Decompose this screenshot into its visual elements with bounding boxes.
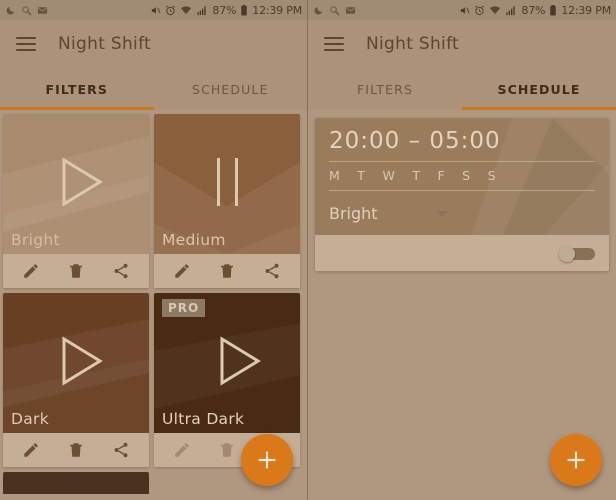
schedule-time-range[interactable]: 20:00 – 05:00	[329, 128, 595, 161]
day-thursday[interactable]: T	[412, 168, 420, 183]
status-bar-right-icons: 87% 12:39 PM	[150, 4, 302, 17]
search-icon	[21, 5, 32, 16]
filter-preview: Dark	[3, 293, 149, 433]
status-bar-left-icons	[313, 5, 356, 16]
trash-icon[interactable]	[218, 262, 236, 280]
chevron-down-icon	[435, 210, 448, 217]
status-bar: 87% 12:39 PM	[0, 0, 307, 20]
day-wednesday[interactable]: W	[382, 168, 395, 183]
alarm-icon	[474, 5, 485, 16]
battery-icon	[240, 4, 248, 16]
status-bar-right-icons: 87% 12:39 PM	[459, 4, 611, 17]
screenshot-root: 87% 12:39 PM Night Shift FILTERS SCHEDUL…	[0, 0, 616, 500]
alarm-icon	[165, 5, 176, 16]
battery-percentage: 87%	[212, 3, 237, 17]
plus-icon	[258, 451, 276, 469]
schedule-card-body: 20:00 – 05:00 M T W T F S S Bright	[315, 118, 609, 235]
trash-icon[interactable]	[67, 441, 85, 459]
share-icon[interactable]	[263, 262, 281, 280]
toggle-knob	[559, 245, 575, 262]
battery-icon	[549, 4, 557, 16]
tab-schedule[interactable]: SCHEDULE	[154, 68, 308, 110]
tab-schedule[interactable]: SCHEDULE	[462, 68, 616, 110]
mute-icon	[459, 5, 470, 16]
schedule-card[interactable]: 20:00 – 05:00 M T W T F S S Bright	[315, 118, 609, 271]
pencil-icon[interactable]	[22, 262, 40, 280]
trash-icon	[218, 441, 236, 459]
search-icon	[329, 5, 340, 16]
filter-name: Medium	[162, 231, 226, 249]
pencil-icon[interactable]	[22, 441, 40, 459]
filter-actions	[154, 254, 300, 288]
add-filter-fab[interactable]	[241, 434, 293, 486]
schedule-card-footer	[315, 235, 609, 271]
tab-filters[interactable]: FILTERS	[0, 68, 154, 110]
tab-bar-left: FILTERS SCHEDULE	[0, 68, 307, 110]
pencil-icon[interactable]	[173, 262, 191, 280]
day-sunday[interactable]: S	[488, 168, 496, 183]
filter-preview: Bright	[3, 114, 149, 254]
share-icon[interactable]	[112, 441, 130, 459]
panel-filters: 87% 12:39 PM Night Shift FILTERS SCHEDUL…	[0, 0, 308, 500]
tab-filters[interactable]: FILTERS	[308, 68, 462, 110]
hamburger-icon[interactable]	[16, 37, 36, 51]
day-tuesday[interactable]: T	[357, 168, 365, 183]
day-monday[interactable]: M	[329, 168, 340, 183]
wifi-icon	[489, 5, 501, 16]
filter-card-dark[interactable]: Dark	[3, 293, 149, 467]
divider	[329, 190, 595, 191]
schedule-filter-value: Bright	[329, 204, 378, 223]
filter-preview: PRO Ultra Dark	[154, 293, 300, 433]
share-icon[interactable]	[112, 262, 130, 280]
schedule-list: 20:00 – 05:00 M T W T F S S Bright	[308, 110, 616, 279]
trash-icon[interactable]	[67, 262, 85, 280]
hamburger-icon[interactable]	[324, 37, 344, 51]
app-bar: Night Shift	[0, 20, 307, 68]
panel-schedule: 87% 12:39 PM Night Shift FILTERS SCHEDUL…	[308, 0, 616, 500]
day-saturday[interactable]: S	[462, 168, 470, 183]
filter-preview: Medium	[154, 114, 300, 254]
filter-name: Bright	[11, 231, 60, 249]
envelope-icon	[345, 5, 356, 16]
wifi-icon	[180, 5, 192, 16]
schedule-enable-toggle[interactable]	[559, 245, 595, 262]
schedule-days[interactable]: M T W T F S S	[329, 168, 595, 190]
day-friday[interactable]: F	[437, 168, 445, 183]
status-bar-left-icons	[5, 5, 48, 16]
add-schedule-fab[interactable]	[550, 434, 602, 486]
filter-actions	[3, 433, 149, 467]
moon-icon	[313, 5, 324, 16]
signal-icon	[505, 5, 517, 16]
clock: 12:39 PM	[561, 3, 611, 17]
divider	[329, 161, 595, 162]
play-icon	[44, 150, 108, 219]
filter-actions	[3, 254, 149, 288]
filter-card-partial[interactable]	[3, 472, 149, 494]
pause-icon	[203, 154, 251, 215]
mute-icon	[150, 5, 161, 16]
envelope-icon	[37, 5, 48, 16]
filter-name: Ultra Dark	[162, 410, 245, 428]
filter-name: Dark	[11, 410, 49, 428]
page-title: Night Shift	[58, 34, 152, 54]
app-bar: Night Shift	[308, 20, 616, 68]
filter-card-bright[interactable]: Bright	[3, 114, 149, 288]
moon-icon	[5, 5, 16, 16]
play-icon	[202, 329, 266, 398]
play-icon	[44, 329, 108, 398]
tab-bar-right: FILTERS SCHEDULE	[308, 68, 616, 110]
filter-card-medium[interactable]: Medium	[154, 114, 300, 288]
pencil-icon	[173, 441, 191, 459]
status-bar: 87% 12:39 PM	[308, 0, 616, 20]
schedule-filter-select[interactable]: Bright	[329, 197, 595, 223]
pro-badge: PRO	[162, 299, 206, 317]
signal-icon	[196, 5, 208, 16]
page-title: Night Shift	[366, 34, 460, 54]
clock: 12:39 PM	[252, 3, 302, 17]
battery-percentage: 87%	[521, 3, 546, 17]
plus-icon	[567, 451, 585, 469]
